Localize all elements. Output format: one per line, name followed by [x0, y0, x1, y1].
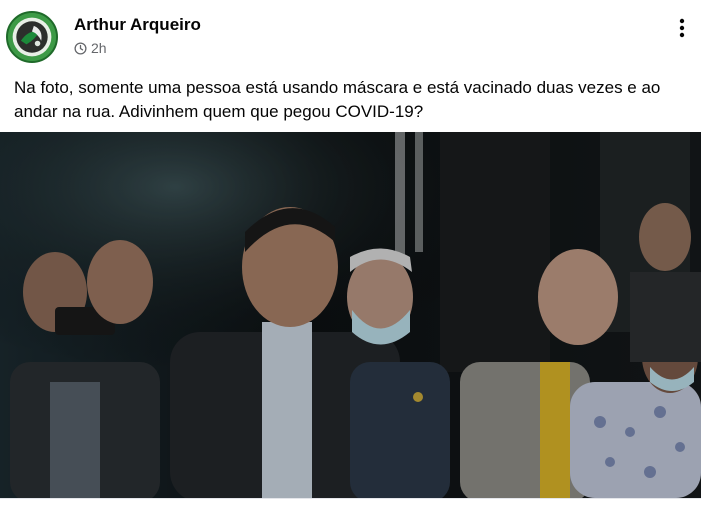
post-header: Arthur Arqueiro 2h [0, 0, 701, 70]
author-name[interactable]: Arthur Arqueiro [74, 15, 201, 35]
post-meta: 2h [74, 40, 107, 56]
photo-image [0, 132, 701, 498]
post-photo[interactable] [0, 132, 701, 498]
avatar[interactable] [6, 11, 58, 63]
post-footer [0, 498, 701, 510]
avatar-image [8, 13, 56, 61]
post-card: Arthur Arqueiro 2h Na foto, somente uma … [0, 0, 701, 510]
post-timestamp[interactable]: 2h [91, 40, 107, 56]
more-options-icon [679, 18, 685, 38]
post-text: Na foto, somente uma pessoa está usando … [14, 78, 661, 121]
more-options-button[interactable] [666, 12, 698, 44]
clock-icon [74, 41, 87, 55]
